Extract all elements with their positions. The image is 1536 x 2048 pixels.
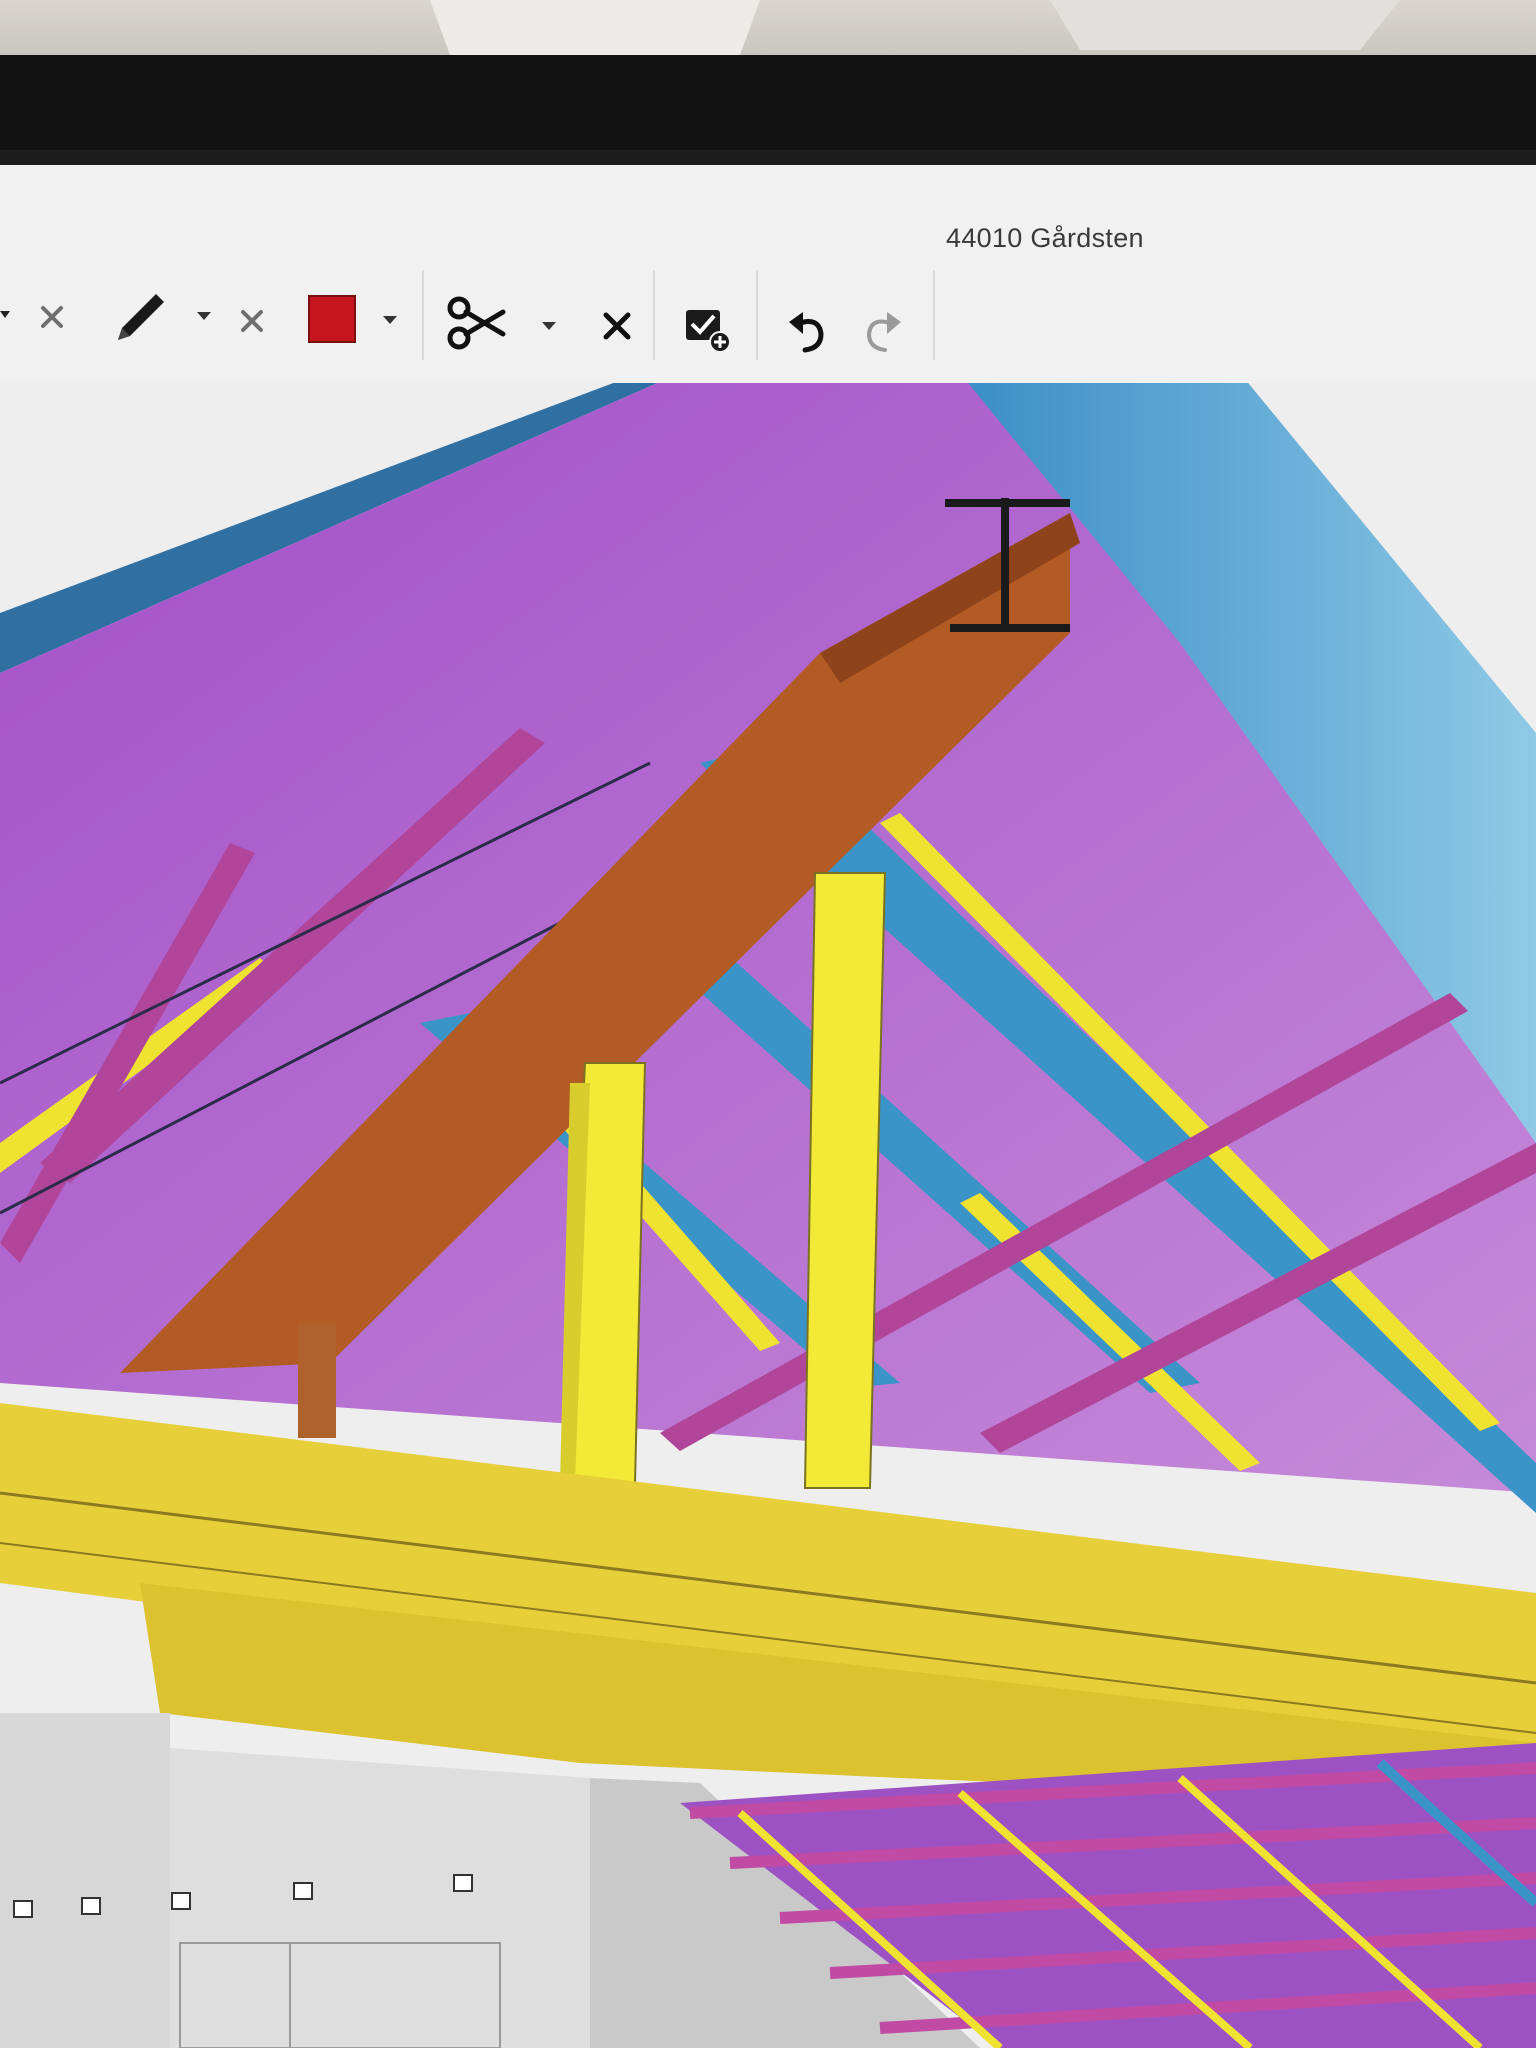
undo-button[interactable] — [778, 301, 838, 361]
pencil-icon — [118, 294, 164, 340]
chevron-down-icon — [542, 322, 556, 330]
dropdown-arrow-partial[interactable] — [0, 295, 12, 335]
pen-tool-button[interactable] — [105, 283, 175, 353]
brown-post — [298, 1323, 336, 1438]
comment-bubble-icon[interactable] — [171, 1892, 191, 1910]
toolbar-separator — [422, 270, 424, 360]
comment-bubble-icon[interactable] — [81, 1897, 101, 1915]
redo-button[interactable] — [852, 301, 912, 361]
toolbar-separator — [933, 270, 935, 360]
color-swatch-button[interactable] — [300, 287, 364, 351]
pen-dropdown[interactable] — [190, 295, 218, 335]
chevron-down-icon — [383, 316, 397, 324]
wall-panel — [0, 1713, 170, 2048]
comment-bubble-icon[interactable] — [293, 1882, 313, 1900]
close-icon — [603, 312, 631, 340]
close-icon — [241, 310, 263, 332]
window-title: 44010 Gårdsten — [946, 223, 1144, 253]
toolbar-separator — [653, 270, 655, 360]
yellow-post — [803, 872, 887, 1489]
scissors-icon — [447, 296, 506, 350]
color-square-icon — [308, 295, 356, 343]
markup-toolbar — [0, 265, 940, 365]
application-window: 44010 Gårdsten — [0, 165, 1536, 2048]
redo-icon — [866, 312, 901, 352]
clear-button[interactable] — [30, 295, 74, 339]
undo-icon — [789, 312, 824, 353]
comment-bubble-icon[interactable] — [453, 1874, 473, 1892]
save-markup-button[interactable] — [675, 297, 739, 361]
chevron-down-icon — [197, 312, 211, 320]
wall-panel — [170, 1748, 590, 2048]
cut-tool-button[interactable] — [440, 287, 512, 359]
clear-button-2[interactable] — [230, 299, 274, 343]
close-icon — [41, 306, 63, 328]
cut-dropdown[interactable] — [535, 305, 563, 345]
model-viewport[interactable] — [0, 383, 1536, 2048]
checklist-add-icon — [686, 310, 731, 353]
comment-bubble-icon[interactable] — [13, 1900, 33, 1918]
monitor-bezel — [0, 0, 1536, 175]
toolbar-separator — [756, 270, 758, 360]
delete-button[interactable] — [592, 301, 642, 351]
color-dropdown[interactable] — [376, 299, 404, 339]
